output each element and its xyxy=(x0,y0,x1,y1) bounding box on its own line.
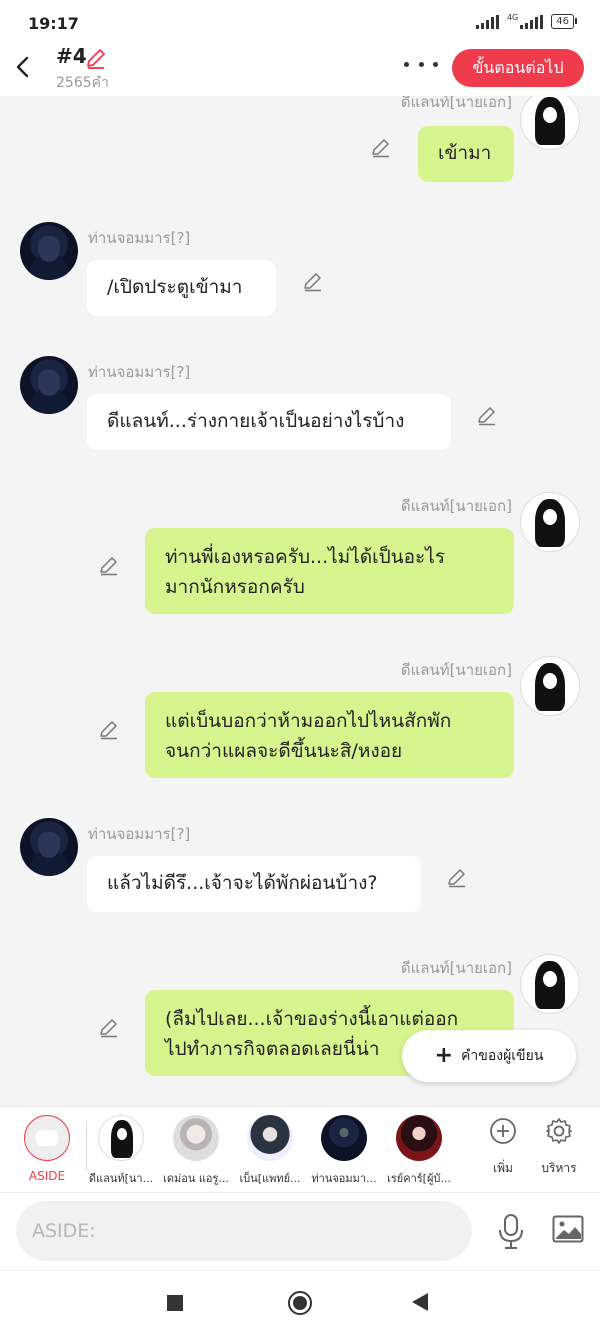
edit-message-icon[interactable] xyxy=(446,866,468,888)
character-item[interactable]: เบ็น[แพทย์... xyxy=(235,1115,305,1185)
edit-title-icon[interactable] xyxy=(84,46,108,70)
message-text: ดีแลนท์...ร่างกายเจ้าเป็นอย่างไรบ้าง xyxy=(107,410,405,432)
character-item[interactable]: ดีแลนท์[นา... xyxy=(86,1115,156,1185)
add-circle-icon xyxy=(490,1118,516,1144)
edit-message-icon[interactable] xyxy=(302,270,324,292)
next-step-button[interactable]: ขั้นตอนต่อไป xyxy=(452,49,584,87)
avatar-dylanth[interactable] xyxy=(520,96,580,150)
avatar-demon-lord[interactable] xyxy=(20,818,78,876)
avatar-dylanth[interactable] xyxy=(520,954,580,1014)
speaker-name: ท่านจอมมาร[?] xyxy=(88,825,191,843)
input-placeholder: ASIDE: xyxy=(32,1220,96,1242)
character-avatar xyxy=(321,1115,367,1161)
message-text-line: มากนักหรอกครับ xyxy=(165,576,305,598)
character-label: ดีแลนท์[นา... xyxy=(88,1172,154,1185)
microphone-icon[interactable] xyxy=(496,1213,526,1251)
message-bubble[interactable]: แล้วไม่ดีรึ...เจ้าจะได้พักผ่อนบ้าง? xyxy=(87,856,421,912)
network-type: 4G xyxy=(506,13,519,22)
message-text: เข้ามา xyxy=(438,142,492,164)
edit-message-icon[interactable] xyxy=(98,1016,120,1038)
message-input[interactable]: ASIDE: xyxy=(16,1201,472,1261)
chat-area[interactable]: ดีแลนท์[นายเอก] เข้ามา ท่านจอมมาร[?] /เป… xyxy=(0,96,600,1106)
character-avatar xyxy=(173,1115,219,1161)
system-nav-bar xyxy=(0,1270,600,1334)
avatar-dylanth[interactable] xyxy=(520,656,580,716)
signal-icon xyxy=(475,14,499,29)
edit-message-icon[interactable] xyxy=(370,136,392,158)
avatar-demon-lord[interactable] xyxy=(20,222,78,280)
character-item[interactable]: เรย์คาร์[ผู้บั... xyxy=(384,1115,454,1185)
character-label: เรย์คาร์[ผู้บั... xyxy=(387,1172,451,1185)
character-item[interactable]: ท่านจอมมา... xyxy=(309,1115,379,1185)
system-back-icon[interactable] xyxy=(412,1293,428,1311)
avatar-demon-lord[interactable] xyxy=(20,356,78,414)
character-label: ท่านจอมมา... xyxy=(311,1172,377,1185)
character-item[interactable]: เดม่อน แอรู... xyxy=(161,1115,231,1185)
edit-message-icon[interactable] xyxy=(98,718,120,740)
message-bubble[interactable]: ท่านพี่เองหรอครับ...ไม่ได้เป็นอะไร มากนั… xyxy=(145,528,514,614)
message-bubble[interactable]: ดีแลนท์...ร่างกายเจ้าเป็นอย่างไรบ้าง xyxy=(87,394,451,450)
status-icons: 4G 46 xyxy=(475,13,577,29)
image-icon[interactable] xyxy=(552,1215,584,1243)
speaker-name: ดีแลนท์[นายเอก] xyxy=(400,661,512,679)
character-label: เบ็น[แพทย์... xyxy=(239,1172,301,1185)
recent-apps-icon[interactable] xyxy=(167,1295,183,1311)
more-options-icon[interactable] xyxy=(404,54,438,74)
aside-label: ASIDE xyxy=(28,1169,66,1183)
message-bubble[interactable]: แต่เบ็นบอกว่าห้ามออกไปไหนสักพัก จนกว่าแผ… xyxy=(145,692,514,778)
home-icon[interactable] xyxy=(288,1291,312,1315)
speaker-name: ดีแลนท์[นายเอก] xyxy=(400,96,512,111)
message-text-line: จนกว่าแผลจะดีขึ้นนะสิ/หงอย xyxy=(165,740,403,762)
message-text-line: แต่เบ็นบอกว่าห้ามออกไปไหนสักพัก xyxy=(165,710,452,732)
aside-button[interactable] xyxy=(24,1115,70,1161)
speaker-name: ท่านจอมมาร[?] xyxy=(88,229,191,247)
message-bubble[interactable]: เข้ามา xyxy=(418,126,514,182)
author-note-label: คำของผู้เขียน xyxy=(461,1048,544,1064)
speaker-name: ดีแลนท์[นายเอก] xyxy=(400,959,512,977)
add-character-button[interactable]: เพิ่ม xyxy=(473,1117,533,1178)
character-avatar xyxy=(396,1115,442,1161)
battery-icon: 46 xyxy=(551,14,577,29)
editor-header: #4 2565คำ ขั้นตอนต่อไป xyxy=(0,44,600,96)
episode-title: #4 xyxy=(56,44,87,68)
back-arrow-icon[interactable] xyxy=(12,54,34,80)
add-label: เพิ่ม xyxy=(493,1161,513,1175)
edit-message-icon[interactable] xyxy=(98,554,120,576)
character-avatar xyxy=(98,1115,144,1161)
message-text: แล้วไม่ดีรึ...เจ้าจะได้พักผ่อนบ้าง? xyxy=(107,872,378,894)
message-bubble[interactable]: /เปิดประตูเข้ามา xyxy=(87,260,276,316)
signal-icon-2 xyxy=(520,14,544,29)
character-label: เดม่อน แอรู... xyxy=(163,1172,229,1185)
author-note-button[interactable]: + คำของผู้เขียน xyxy=(402,1030,576,1082)
plus-icon: + xyxy=(434,1043,454,1068)
message-text-line: ท่านพี่เองหรอครับ...ไม่ได้เป็นอะไร xyxy=(165,546,446,568)
gear-icon xyxy=(546,1118,572,1144)
message-text: /เปิดประตูเข้ามา xyxy=(107,276,243,298)
avatar-dylanth[interactable] xyxy=(520,492,580,552)
manage-label: บริหาร xyxy=(541,1161,577,1175)
status-bar: 19:17 4G 46 xyxy=(0,0,600,46)
edit-message-icon[interactable] xyxy=(476,404,498,426)
input-bar: ASIDE: xyxy=(0,1192,600,1271)
character-bar: ASIDE ดีแลนท์[นา... เดม่อน แอรู... เบ็น[… xyxy=(0,1106,600,1193)
word-count: 2565คำ xyxy=(56,75,109,91)
speaker-name: ดีแลนท์[นายเอก] xyxy=(400,497,512,515)
status-time: 19:17 xyxy=(28,14,79,33)
speaker-name: ท่านจอมมาร[?] xyxy=(88,363,191,381)
character-avatar xyxy=(247,1115,293,1161)
manage-button[interactable]: บริหาร xyxy=(529,1117,589,1178)
